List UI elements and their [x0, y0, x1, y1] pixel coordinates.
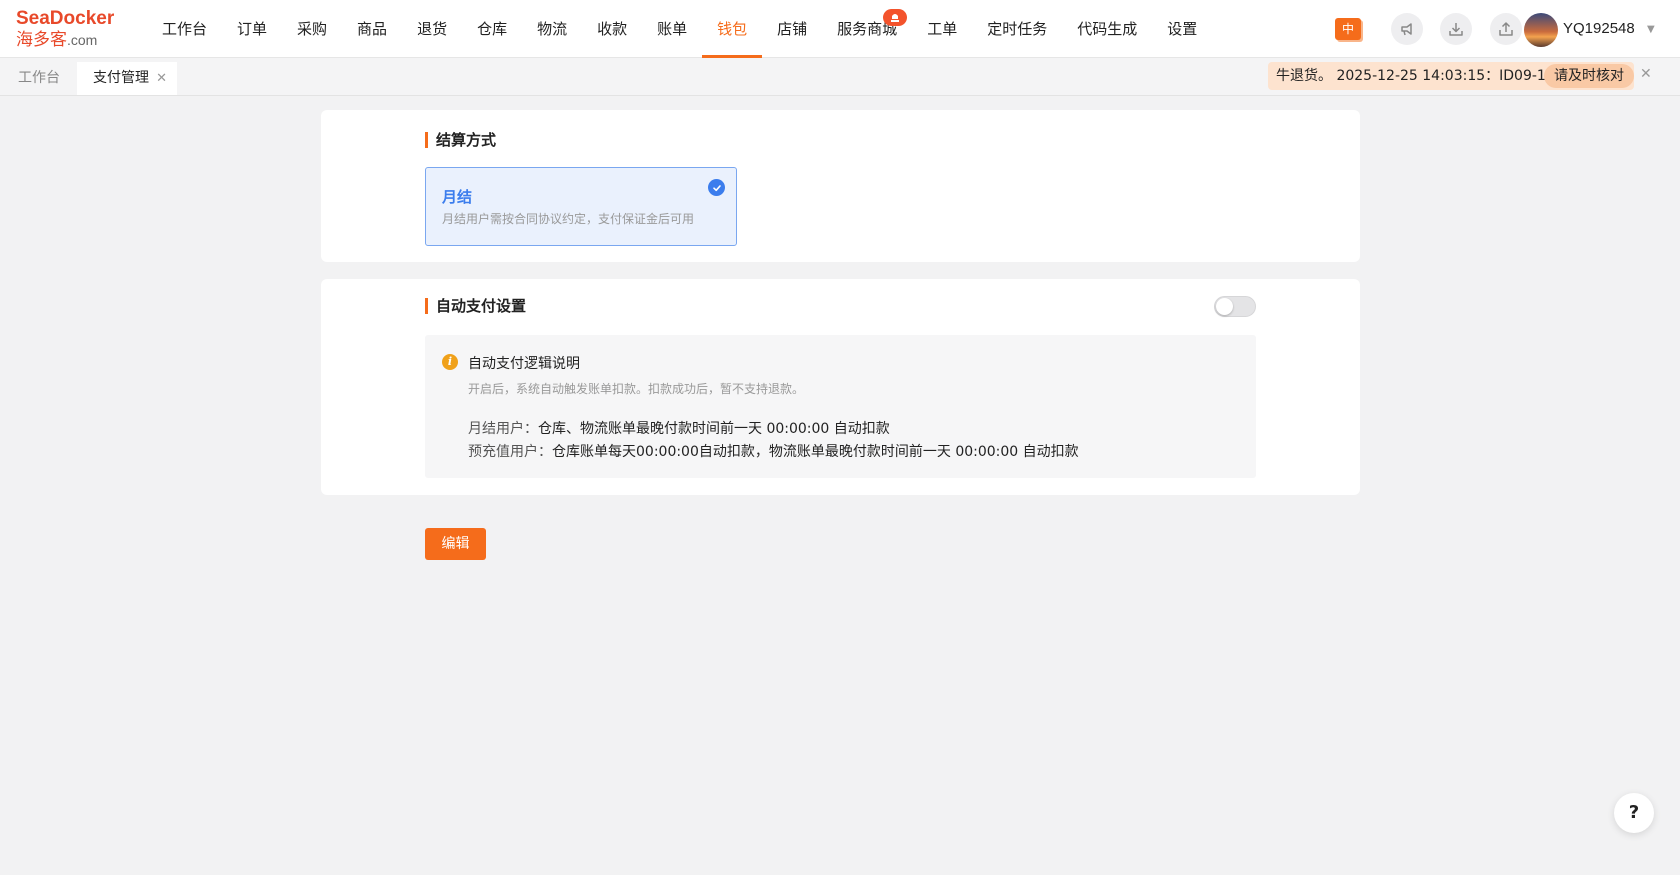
auto-pay-card: 自动支付设置 i 自动支付逻辑说明 开启后，系统自动触发账单扣款。扣款成功后，暂… — [321, 279, 1360, 495]
share-icon[interactable] — [1490, 13, 1522, 45]
avatar[interactable] — [1524, 13, 1558, 47]
option-title: 月结 — [442, 188, 473, 206]
nav-item-wallet[interactable]: 钱包 — [702, 0, 763, 58]
page-tabs-bar: 工作台 支付管理 ✕ 牛退货。 2025-12-25 14:03:15：ID09… — [0, 58, 1680, 96]
brand-domain: .com — [67, 32, 98, 48]
nav-item-code-gen[interactable]: 代码生成 — [1062, 0, 1152, 58]
help-button[interactable]: ? — [1614, 793, 1654, 833]
notice-action-button[interactable]: 请及时核对 — [1544, 64, 1634, 88]
info-line-prepaid: 预充值用户：仓库账单每天00:00:00自动扣款，物流账单最晚付款时间前一天 0… — [468, 441, 1079, 461]
brand-name-cn: 海多客 — [16, 30, 67, 50]
nav-item-orders[interactable]: 订单 — [222, 0, 282, 58]
info-line-value: 仓库账单每天00:00:00自动扣款，物流账单最晚付款时间前一天 00:00:0… — [552, 444, 1079, 460]
nav-label: 仓库 — [477, 20, 508, 38]
edit-button[interactable]: 编辑 — [425, 528, 486, 560]
nav-label: 工作台 — [162, 20, 208, 38]
language-switch-button[interactable]: 中 — [1335, 18, 1361, 40]
section-title-auto-pay: 自动支付设置 — [425, 297, 526, 315]
info-line-monthly: 月结用户：仓库、物流账单最晚付款时间前一天 00:00:00 自动扣款 — [468, 418, 890, 438]
tab-label: 支付管理 — [93, 70, 149, 86]
nav-item-bills[interactable]: 账单 — [642, 0, 702, 58]
info-subtitle: 开启后，系统自动触发账单扣款。扣款成功后，暂不支持退款。 — [468, 382, 805, 396]
nav-label: 收款 — [597, 20, 628, 38]
info-title: 自动支付逻辑说明 — [468, 356, 580, 372]
nav-label: 工单 — [927, 20, 958, 38]
nav-label: 账单 — [657, 20, 688, 38]
brand-name-en: SeaDocker — [16, 8, 115, 29]
nav-item-service-mall[interactable]: 服务商城 — [822, 0, 912, 58]
nav-label: 店铺 — [777, 20, 808, 38]
nav-item-settings[interactable]: 设置 — [1152, 0, 1212, 58]
toggle-knob — [1216, 298, 1233, 315]
brand-logo[interactable]: SeaDocker 海多客.com — [16, 8, 128, 52]
nav-item-scheduled-tasks[interactable]: 定时任务 — [972, 0, 1062, 58]
nav-label: 商品 — [357, 20, 388, 38]
username[interactable]: YQ192548 — [1563, 0, 1635, 58]
main-nav: 工作台 订单 采购 商品 退货 仓库 物流 收款 账单 钱包 店铺 服务商城 工… — [147, 0, 1212, 58]
nav-label: 订单 — [237, 20, 268, 38]
notice-text: 牛退货。 2025-12-25 14:03:15：ID09-1115 — [1276, 68, 1573, 84]
check-icon — [708, 179, 725, 196]
tab-payment-management[interactable]: 支付管理 ✕ — [77, 62, 177, 95]
settlement-card: 结算方式 月结 月结用户需按合同协议约定，支付保证金后可用 — [321, 110, 1360, 262]
close-icon[interactable]: ✕ — [156, 62, 167, 95]
nav-item-returns[interactable]: 退货 — [402, 0, 462, 58]
tab-workbench[interactable]: 工作台 — [2, 62, 72, 95]
nav-label: 设置 — [1167, 20, 1198, 38]
nav-label: 采购 — [297, 20, 328, 38]
settlement-option-monthly[interactable]: 月结 月结用户需按合同协议约定，支付保证金后可用 — [425, 167, 737, 246]
close-icon[interactable]: ✕ — [1640, 66, 1652, 82]
brand-name-cn-row: 海多客.com — [16, 30, 128, 50]
nav-item-receipts[interactable]: 收款 — [582, 0, 642, 58]
nav-item-purchase[interactable]: 采购 — [282, 0, 342, 58]
nav-label: 钱包 — [717, 20, 748, 38]
nav-item-warehouse[interactable]: 仓库 — [462, 0, 522, 58]
nav-item-products[interactable]: 商品 — [342, 0, 402, 58]
notice-banner: 牛退货。 2025-12-25 14:03:15：ID09-1115 请及时核对 — [1268, 62, 1634, 90]
auto-pay-info-box: i 自动支付逻辑说明 开启后，系统自动触发账单扣款。扣款成功后，暂不支持退款。 … — [425, 335, 1256, 478]
nav-item-logistics[interactable]: 物流 — [522, 0, 582, 58]
top-navbar: SeaDocker 海多客.com 工作台 订单 采购 商品 退货 仓库 物流 … — [0, 0, 1680, 58]
hot-badge-icon — [883, 9, 908, 26]
tab-label: 工作台 — [18, 70, 60, 86]
nav-label: 退货 — [417, 20, 448, 38]
nav-label: 物流 — [537, 20, 568, 38]
megaphone-icon[interactable] — [1391, 13, 1423, 45]
chevron-down-icon[interactable]: ▼ — [1647, 24, 1655, 35]
info-line-value: 仓库、物流账单最晚付款时间前一天 00:00:00 自动扣款 — [538, 421, 890, 437]
section-title-settlement: 结算方式 — [425, 131, 496, 149]
info-line-label: 月结用户： — [468, 421, 538, 437]
nav-item-workbench[interactable]: 工作台 — [147, 0, 222, 58]
info-line-label: 预充值用户： — [468, 444, 552, 460]
option-description: 月结用户需按合同协议约定，支付保证金后可用 — [442, 212, 695, 226]
nav-item-tickets[interactable]: 工单 — [912, 0, 972, 58]
info-icon: i — [442, 354, 458, 370]
nav-item-stores[interactable]: 店铺 — [762, 0, 822, 58]
download-icon[interactable] — [1440, 13, 1472, 45]
nav-label: 代码生成 — [1077, 20, 1138, 38]
auto-pay-toggle[interactable] — [1214, 296, 1256, 317]
nav-label: 定时任务 — [987, 20, 1048, 38]
